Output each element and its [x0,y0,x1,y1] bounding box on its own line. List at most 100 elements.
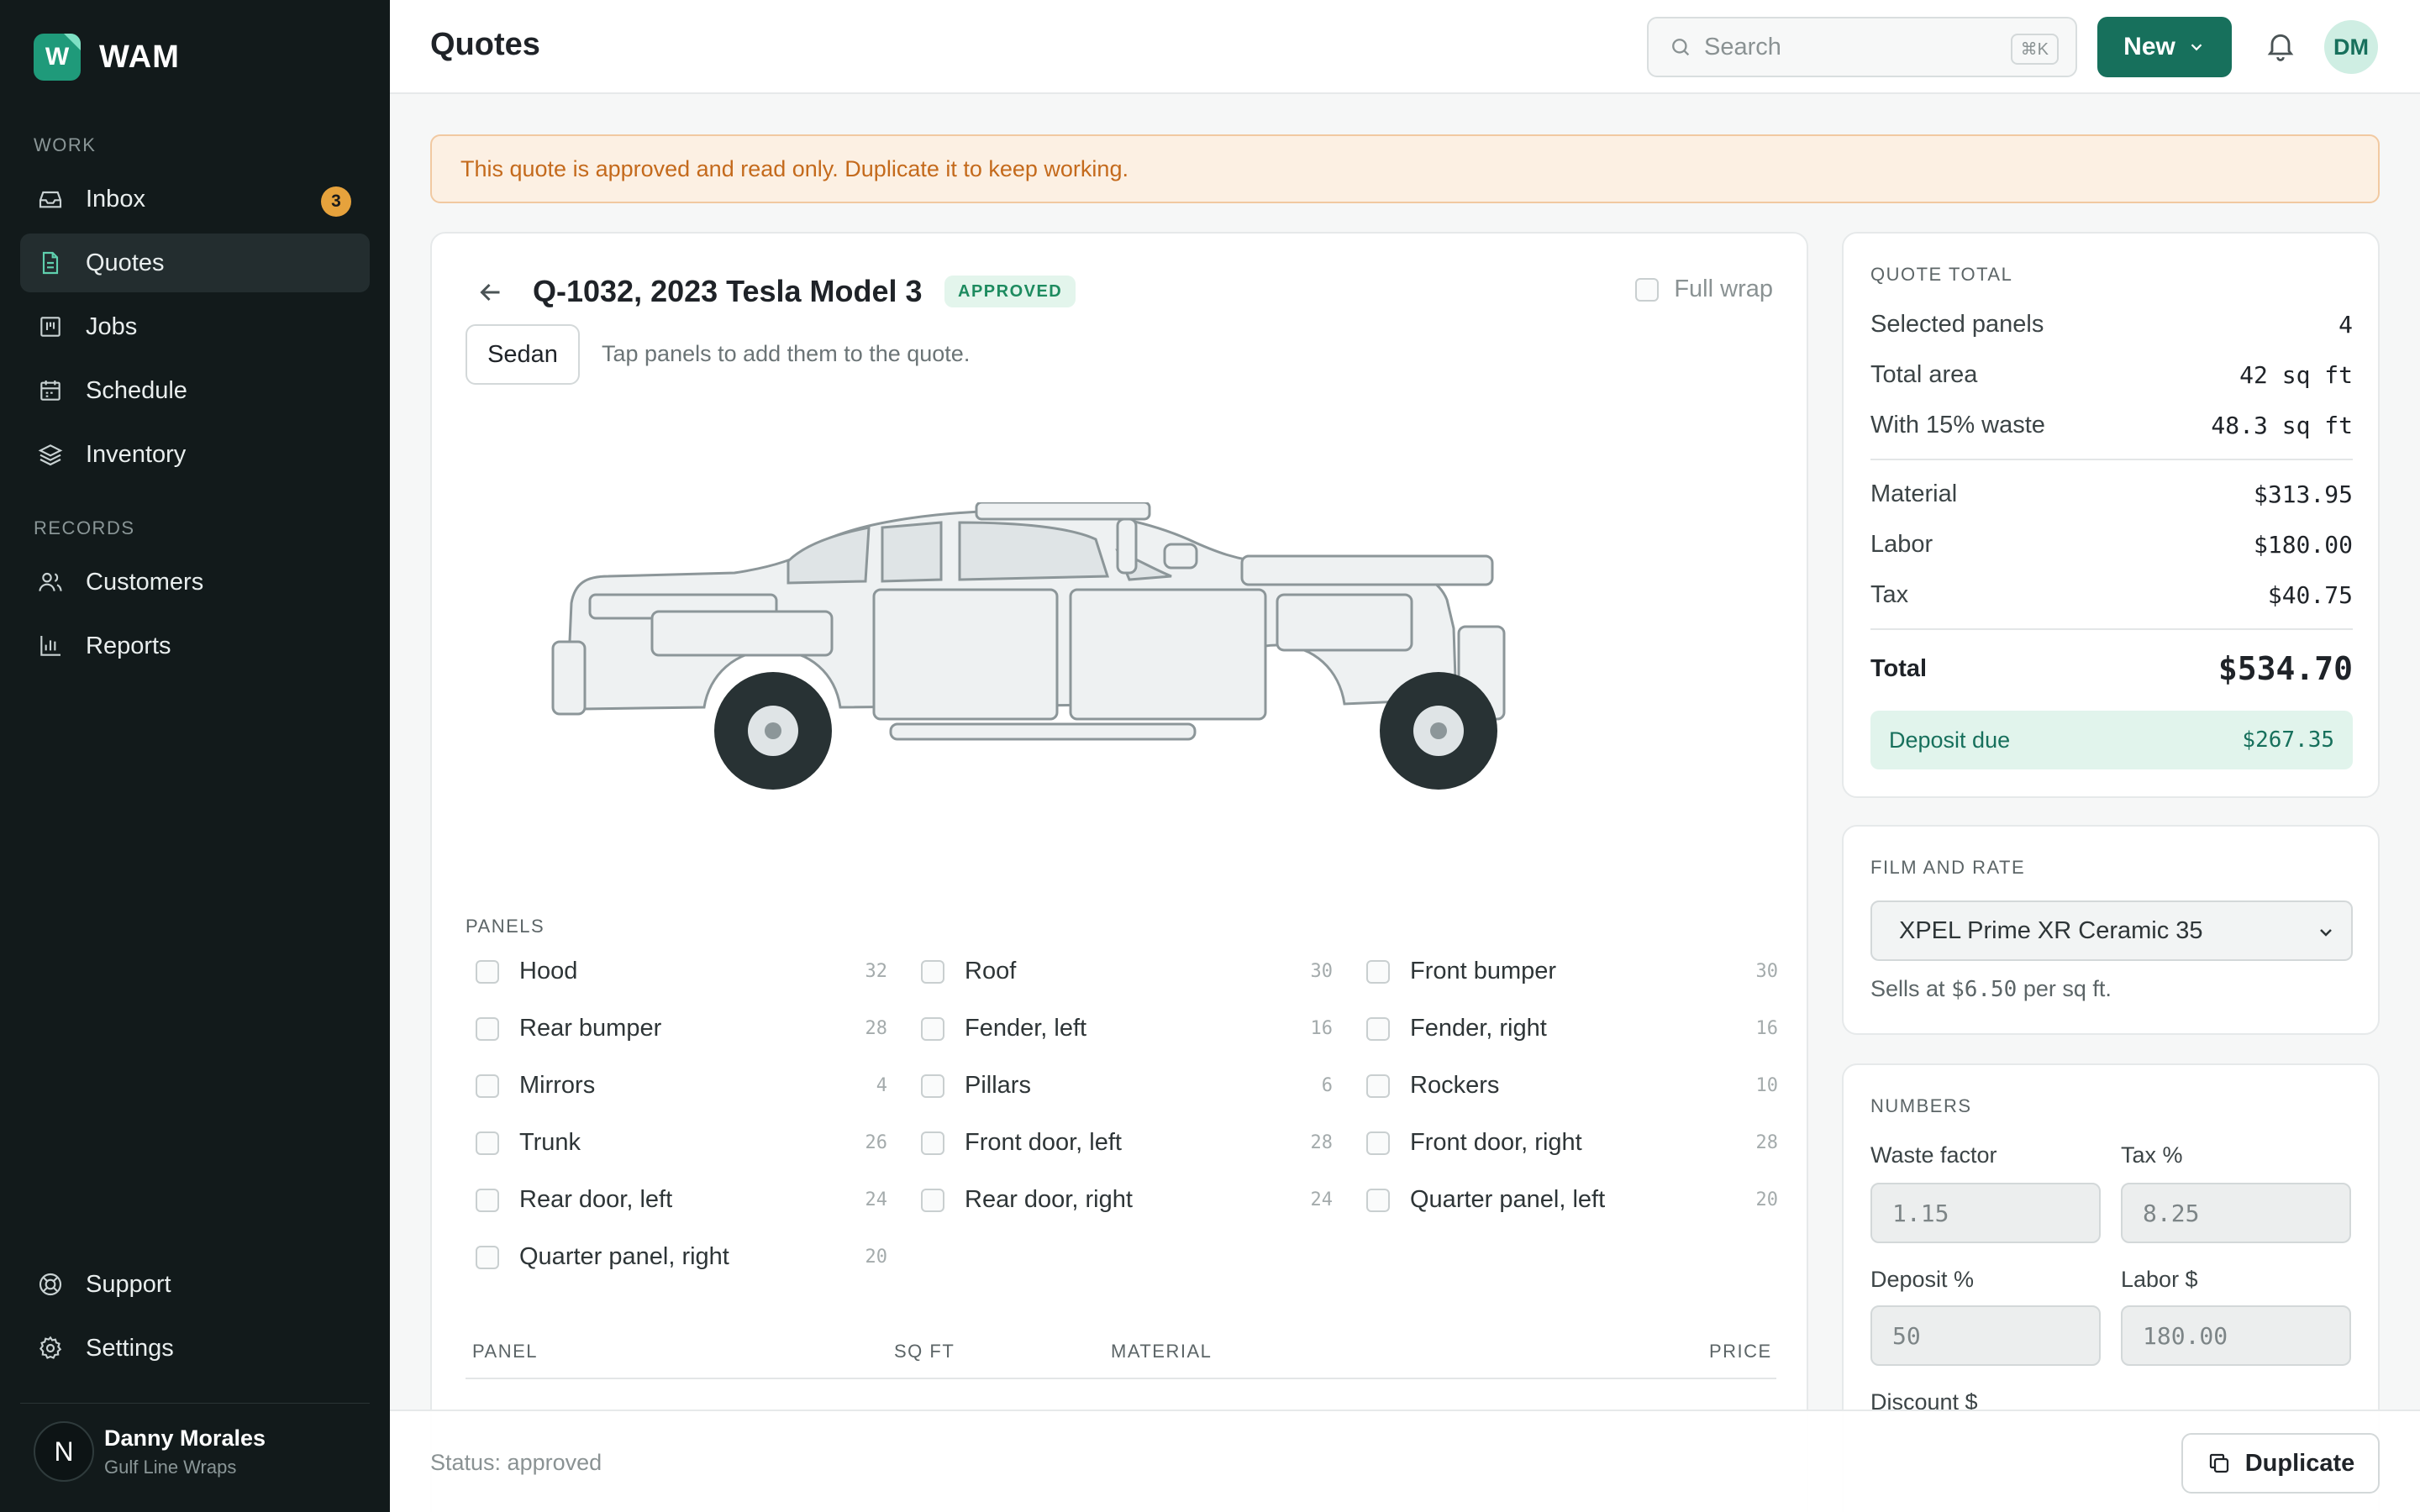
new-button[interactable]: New [2097,17,2232,77]
panel-sqft: 28 [1310,1132,1334,1153]
material-row: Material $313.95 [1870,480,2353,508]
quote-total-card: QUOTE TOTAL Selected panels 4 Total area 4… [1842,232,2380,798]
sidebar-item-jobs[interactable]: Jobs [20,297,370,356]
search-icon [1672,39,1690,56]
panel-checkbox[interactable] [476,1131,499,1155]
panel-option-roof[interactable]: Roof 30 [921,958,1333,985]
panel-option-rear-door-right[interactable]: Rear door, right 24 [921,1186,1333,1214]
panel-option-quarter-panel-right[interactable]: Quarter panel, right 20 [476,1243,887,1271]
panel-option-fender-left[interactable]: Fender, left 16 [921,1015,1333,1042]
panel-name: Pillars [965,1072,1031,1099]
panel-checkbox[interactable] [1366,1188,1390,1212]
row-value: $313.95 [2253,480,2353,508]
user-menu[interactable]: N Danny Morales Gulf Line Wraps [34,1421,266,1482]
user-avatar-top[interactable]: DM [2324,20,2378,74]
sidebar-item-support[interactable]: Support [20,1255,370,1314]
full-wrap-toggle[interactable]: Full wrap [1635,276,1773,303]
pillar-panel [1116,517,1138,575]
panel-option-rear-door-left[interactable]: Rear door, left 24 [476,1186,887,1214]
bell-icon[interactable] [2264,29,2297,62]
panel-sqft: 16 [1755,1018,1779,1039]
panel-checkbox[interactable] [921,1074,944,1098]
panel-checkbox[interactable] [1366,1074,1390,1098]
panel-checkbox[interactable] [921,959,944,984]
sidebar-item-inbox[interactable]: Inbox 3 [20,170,370,228]
panel-sqft: 16 [1310,1018,1334,1039]
search-input[interactable] [1704,33,1990,61]
brand[interactable]: W WAM [34,34,180,81]
panel-option-front-door-left[interactable]: Front door, left 28 [921,1129,1333,1157]
sidebar-item-schedule[interactable]: Schedule [20,361,370,420]
panel-checkbox[interactable] [476,959,499,984]
panel-name: Roof [965,958,1017,984]
document-icon [42,251,59,275]
panel-name: Quarter panel, right [519,1243,729,1270]
film-select[interactable]: XPEL Prime XR Ceramic 35 [1870,900,2353,961]
total-row: Total $534.70 [1870,650,2353,687]
total-area-row: Total area 42 sq ft [1870,361,2353,389]
panel-checkbox[interactable] [921,1188,944,1212]
search-box[interactable]: ⌘K [1647,17,2077,77]
panel-checkbox[interactable] [1366,959,1390,984]
windshield-panel [786,526,871,585]
roof-panel [975,502,1151,521]
panel-option-rockers[interactable]: Rockers 10 [1366,1072,1778,1100]
panel-sqft: 28 [1755,1132,1779,1153]
panel-sqft: 30 [1310,961,1334,982]
panel-sqft: 4 [876,1075,887,1096]
deposit-percent-input[interactable]: 50 [1870,1305,2101,1366]
panel-checkbox[interactable] [476,1016,499,1041]
sidebar-item-label: Schedule [86,376,187,404]
quote-title: Q-1032, 2023 Tesla Model 3 [533,274,923,308]
panel-checkbox[interactable] [1366,1016,1390,1041]
panel-option-front-bumper[interactable]: Front bumper 30 [1366,958,1778,985]
panel-name: Quarter panel, left [1410,1186,1606,1213]
panel-checkbox[interactable] [921,1016,944,1041]
gear-icon [39,1336,62,1359]
sidebar-item-settings[interactable]: Settings [20,1319,370,1378]
car-diagram[interactable] [550,502,1692,822]
film-selected: XPEL Prime XR Ceramic 35 [1899,916,2203,944]
panel-sqft: 24 [865,1189,888,1210]
panel-option-trunk[interactable]: Trunk 26 [476,1129,887,1157]
back-arrow-icon[interactable] [476,277,506,307]
inbox-icon [39,191,62,208]
panel-name: Hood [519,958,578,984]
sidebar-item-reports[interactable]: Reports [20,617,370,675]
panel-name: Fender, right [1410,1015,1547,1042]
panels-section-label: PANELS [466,916,545,937]
calendar-icon [40,381,60,401]
panel-checkbox[interactable] [476,1188,499,1212]
waste-factor-label: Waste factor [1870,1142,1997,1168]
total-label: Total [1870,654,1928,682]
panel-option-pillars[interactable]: Pillars 6 [921,1072,1333,1100]
row-label: Labor [1870,531,1933,558]
panel-option-mirrors[interactable]: Mirrors 4 [476,1072,887,1100]
full-wrap-checkbox[interactable] [1635,277,1660,302]
panel-name: Fender, left [965,1015,1087,1042]
body-style-button[interactable]: Sedan [466,324,580,385]
duplicate-button[interactable]: Duplicate [2181,1433,2380,1494]
labor-amount-input[interactable]: 180.00 [2121,1305,2351,1366]
panel-option-rear-bumper[interactable]: Rear bumper 28 [476,1015,887,1042]
panel-option-fender-right[interactable]: Fender, right 16 [1366,1015,1778,1042]
chevron-down-icon [2191,44,2202,51]
row-label: With 15% waste [1870,412,2045,438]
waste-factor-input[interactable]: 1.15 [1870,1183,2101,1243]
sidebar-item-customers[interactable]: Customers [20,553,370,612]
rocker-panel [889,722,1197,741]
tax-percent-label: Tax % [2121,1142,2183,1168]
labor-row: Labor $180.00 [1870,531,2353,559]
tax-percent-input[interactable]: 8.25 [2121,1183,2351,1243]
chevron-down-icon [2320,929,2332,937]
panel-option-quarter-panel-left[interactable]: Quarter panel, left 20 [1366,1186,1778,1214]
panel-checkbox[interactable] [921,1131,944,1155]
total-value: $534.70 [2217,650,2353,687]
panel-option-hood[interactable]: Hood 32 [476,958,887,985]
panel-checkbox[interactable] [1366,1131,1390,1155]
panel-checkbox[interactable] [476,1074,499,1098]
panel-checkbox[interactable] [476,1245,499,1269]
panel-option-front-door-right[interactable]: Front door, right 28 [1366,1129,1778,1157]
sidebar-item-inventory[interactable]: Inventory [20,425,370,484]
sidebar-item-quotes[interactable]: Quotes [20,234,370,292]
